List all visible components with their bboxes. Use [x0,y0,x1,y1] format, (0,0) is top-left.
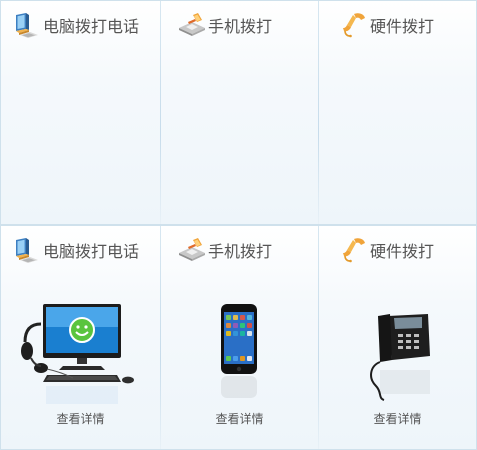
option-title: 硬件拨打 [370,242,435,261]
phone-card-icon [178,11,206,39]
bottom-panel: 电脑拨打电话 查看详情 手机拨打 查看详情 硬件拨打 查看详情 [0,225,477,450]
option-title: 手机拨打 [208,17,273,36]
option-title: 电脑拨打电话 [43,17,140,36]
phone-card-icon [178,236,206,264]
option-title: 电脑拨打电话 [43,242,140,261]
computer-icon [13,236,41,264]
option-computer-call[interactable]: 电脑拨打电话 [1,1,160,224]
option-title: 手机拨打 [208,242,273,261]
option-computer-call[interactable]: 电脑拨打电话 [1,226,160,449]
computer-icon [13,11,41,39]
view-details-link[interactable]: 查看详情 [1,410,160,427]
option-hardware-call[interactable]: 硬件拨打 [318,226,477,449]
view-details-link[interactable]: 查看详情 [318,410,477,427]
desktop-computer-image [1,286,160,416]
smartphone-image [160,286,319,416]
option-title: 硬件拨打 [370,17,435,36]
view-details-link[interactable]: 查看详情 [160,410,319,427]
option-hardware-call[interactable]: 硬件拨打 [318,1,477,224]
top-panel: 电脑拨打电话 手机拨打 硬件拨打 [0,0,477,225]
handset-icon [340,236,368,264]
desk-phone-image [318,286,477,416]
option-mobile-call[interactable]: 手机拨打 [160,226,319,449]
handset-icon [340,11,368,39]
option-mobile-call[interactable]: 手机拨打 [160,1,319,224]
